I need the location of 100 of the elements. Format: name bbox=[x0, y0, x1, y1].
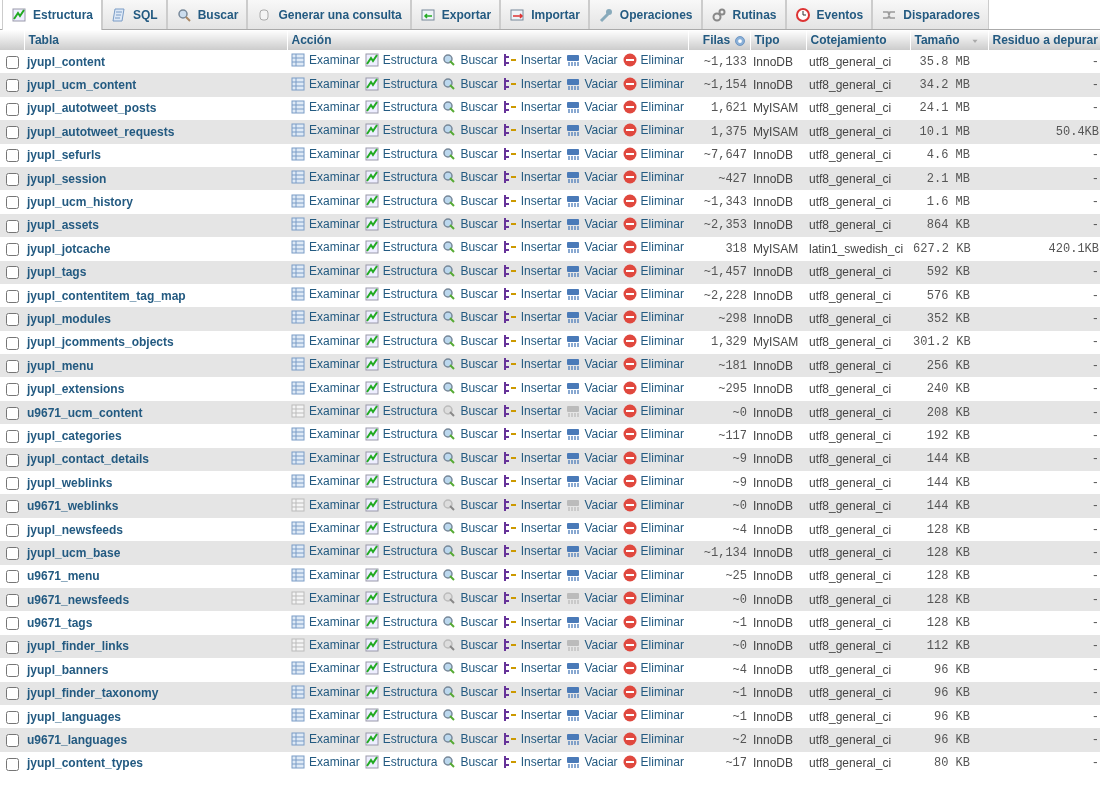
action-link[interactable]: Vaciar bbox=[565, 449, 618, 466]
action-link[interactable]: Insertar bbox=[501, 520, 562, 536]
action-link[interactable]: Insertar bbox=[501, 145, 562, 162]
row-checkbox[interactable] bbox=[6, 149, 19, 163]
table-name-link[interactable]: jyupl_session bbox=[27, 171, 107, 186]
table-name-link[interactable]: jyupl_banners bbox=[27, 662, 109, 677]
row-checkbox[interactable] bbox=[6, 219, 19, 233]
action-link[interactable]: Estructura bbox=[363, 730, 438, 747]
action-link[interactable]: Examinar bbox=[290, 449, 360, 466]
row-checkbox[interactable] bbox=[6, 55, 19, 69]
action-link[interactable]: Vaciar bbox=[565, 215, 618, 232]
action-link[interactable]: Eliminar bbox=[621, 75, 684, 92]
action-link[interactable]: Examinar bbox=[290, 426, 360, 443]
table-name-link[interactable]: jyupl_tags bbox=[27, 265, 87, 280]
row-checkbox[interactable] bbox=[6, 406, 19, 420]
action-link[interactable]: Estructura bbox=[363, 636, 438, 653]
action-link[interactable]: Examinar bbox=[290, 543, 360, 560]
action-link[interactable]: Eliminar bbox=[621, 660, 684, 677]
action-link[interactable]: Estructura bbox=[363, 753, 438, 770]
action-link[interactable]: Eliminar bbox=[621, 473, 684, 490]
action-link[interactable]: Estructura bbox=[363, 286, 438, 303]
action-link[interactable]: Examinar bbox=[290, 496, 360, 513]
row-checkbox[interactable] bbox=[6, 500, 19, 514]
row-checkbox[interactable] bbox=[6, 383, 19, 397]
action-link[interactable]: Examinar bbox=[290, 52, 360, 69]
action-link[interactable]: Buscar bbox=[441, 520, 498, 536]
action-link[interactable]: Examinar bbox=[290, 730, 360, 747]
action-link[interactable]: Buscar bbox=[441, 403, 498, 420]
action-link[interactable]: Eliminar bbox=[621, 122, 684, 139]
action-link[interactable]: Examinar bbox=[290, 753, 360, 770]
tab[interactable]: Rutinas bbox=[701, 0, 786, 29]
action-link[interactable]: Estructura bbox=[363, 613, 438, 630]
action-link[interactable]: Estructura bbox=[363, 356, 438, 373]
action-link[interactable]: Buscar bbox=[441, 543, 498, 560]
action-link[interactable]: Eliminar bbox=[621, 145, 684, 162]
action-link[interactable]: Vaciar bbox=[565, 590, 618, 607]
table-name-link[interactable]: jyupl_ucm_history bbox=[27, 195, 134, 210]
action-link[interactable]: Vaciar bbox=[565, 496, 618, 513]
action-link[interactable]: Examinar bbox=[290, 169, 360, 186]
row-checkbox[interactable] bbox=[6, 664, 19, 677]
action-link[interactable]: Buscar bbox=[441, 122, 498, 139]
table-name-link[interactable]: jyupl_autotweet_posts bbox=[27, 101, 157, 116]
action-link[interactable]: Insertar bbox=[501, 403, 562, 420]
action-link[interactable]: Estructura bbox=[363, 496, 438, 513]
row-checkbox[interactable] bbox=[6, 243, 19, 256]
action-link[interactable]: Vaciar bbox=[565, 403, 618, 420]
table-name-link[interactable]: jyupl_sefurls bbox=[27, 148, 102, 163]
action-link[interactable]: Insertar bbox=[501, 332, 562, 349]
table-name-link[interactable]: jyupl_modules bbox=[27, 312, 112, 326]
action-link[interactable]: Examinar bbox=[290, 356, 360, 373]
action-link[interactable]: Vaciar bbox=[565, 169, 618, 186]
action-link[interactable]: Examinar bbox=[290, 403, 360, 420]
action-link[interactable]: Vaciar bbox=[565, 520, 618, 536]
action-link[interactable]: Vaciar bbox=[565, 145, 618, 162]
action-link[interactable]: Eliminar bbox=[621, 286, 684, 303]
action-link[interactable]: Buscar bbox=[441, 566, 498, 583]
row-checkbox[interactable] bbox=[6, 710, 19, 724]
action-link[interactable]: Buscar bbox=[441, 613, 498, 630]
action-link[interactable]: Eliminar bbox=[621, 496, 684, 513]
action-link[interactable]: Examinar bbox=[290, 262, 360, 279]
action-link[interactable]: Examinar bbox=[290, 75, 360, 92]
action-link[interactable]: Estructura bbox=[363, 192, 438, 209]
action-link[interactable]: Eliminar bbox=[621, 169, 684, 186]
table-name-link[interactable]: jyupl_jcomments_objects bbox=[27, 335, 174, 350]
table-name-link[interactable]: jyupl_menu bbox=[27, 358, 94, 373]
action-link[interactable]: Vaciar bbox=[565, 730, 618, 747]
action-link[interactable]: Estructura bbox=[363, 215, 438, 232]
action-link[interactable]: Buscar bbox=[441, 473, 498, 490]
action-link[interactable]: Vaciar bbox=[565, 426, 618, 443]
row-checkbox[interactable] bbox=[6, 196, 19, 210]
action-link[interactable]: Eliminar bbox=[621, 403, 684, 420]
action-link[interactable]: Buscar bbox=[441, 169, 498, 186]
action-link[interactable]: Examinar bbox=[290, 379, 360, 396]
tab[interactable]: Eventos bbox=[785, 0, 873, 29]
action-link[interactable]: Examinar bbox=[290, 590, 360, 607]
action-link[interactable]: Eliminar bbox=[621, 332, 684, 349]
action-link[interactable]: Vaciar bbox=[565, 473, 618, 490]
action-link[interactable]: Vaciar bbox=[565, 286, 618, 303]
action-link[interactable]: Insertar bbox=[501, 613, 562, 630]
action-link[interactable]: Eliminar bbox=[621, 98, 684, 115]
action-link[interactable]: Estructura bbox=[363, 403, 438, 420]
action-link[interactable]: Insertar bbox=[501, 496, 562, 513]
action-link[interactable]: Insertar bbox=[501, 566, 562, 583]
action-link[interactable]: Vaciar bbox=[565, 332, 618, 349]
action-link[interactable]: Insertar bbox=[501, 426, 562, 443]
action-link[interactable]: Examinar bbox=[290, 286, 360, 303]
action-link[interactable]: Insertar bbox=[501, 449, 562, 466]
action-link[interactable]: Insertar bbox=[501, 543, 562, 560]
action-link[interactable]: Eliminar bbox=[621, 239, 684, 256]
action-link[interactable]: Buscar bbox=[441, 449, 498, 466]
tab[interactable]: Buscar bbox=[166, 0, 248, 29]
action-link[interactable]: Estructura bbox=[363, 707, 438, 724]
table-name-link[interactable]: u9671_tags bbox=[27, 616, 93, 631]
row-checkbox[interactable] bbox=[6, 593, 19, 607]
row-checkbox[interactable] bbox=[6, 687, 19, 701]
table-name-link[interactable]: jyupl_assets bbox=[27, 218, 100, 233]
action-link[interactable]: Insertar bbox=[501, 590, 562, 607]
action-link[interactable]: Examinar bbox=[290, 473, 360, 490]
row-checkbox[interactable] bbox=[6, 126, 19, 140]
action-link[interactable]: Insertar bbox=[501, 52, 562, 69]
